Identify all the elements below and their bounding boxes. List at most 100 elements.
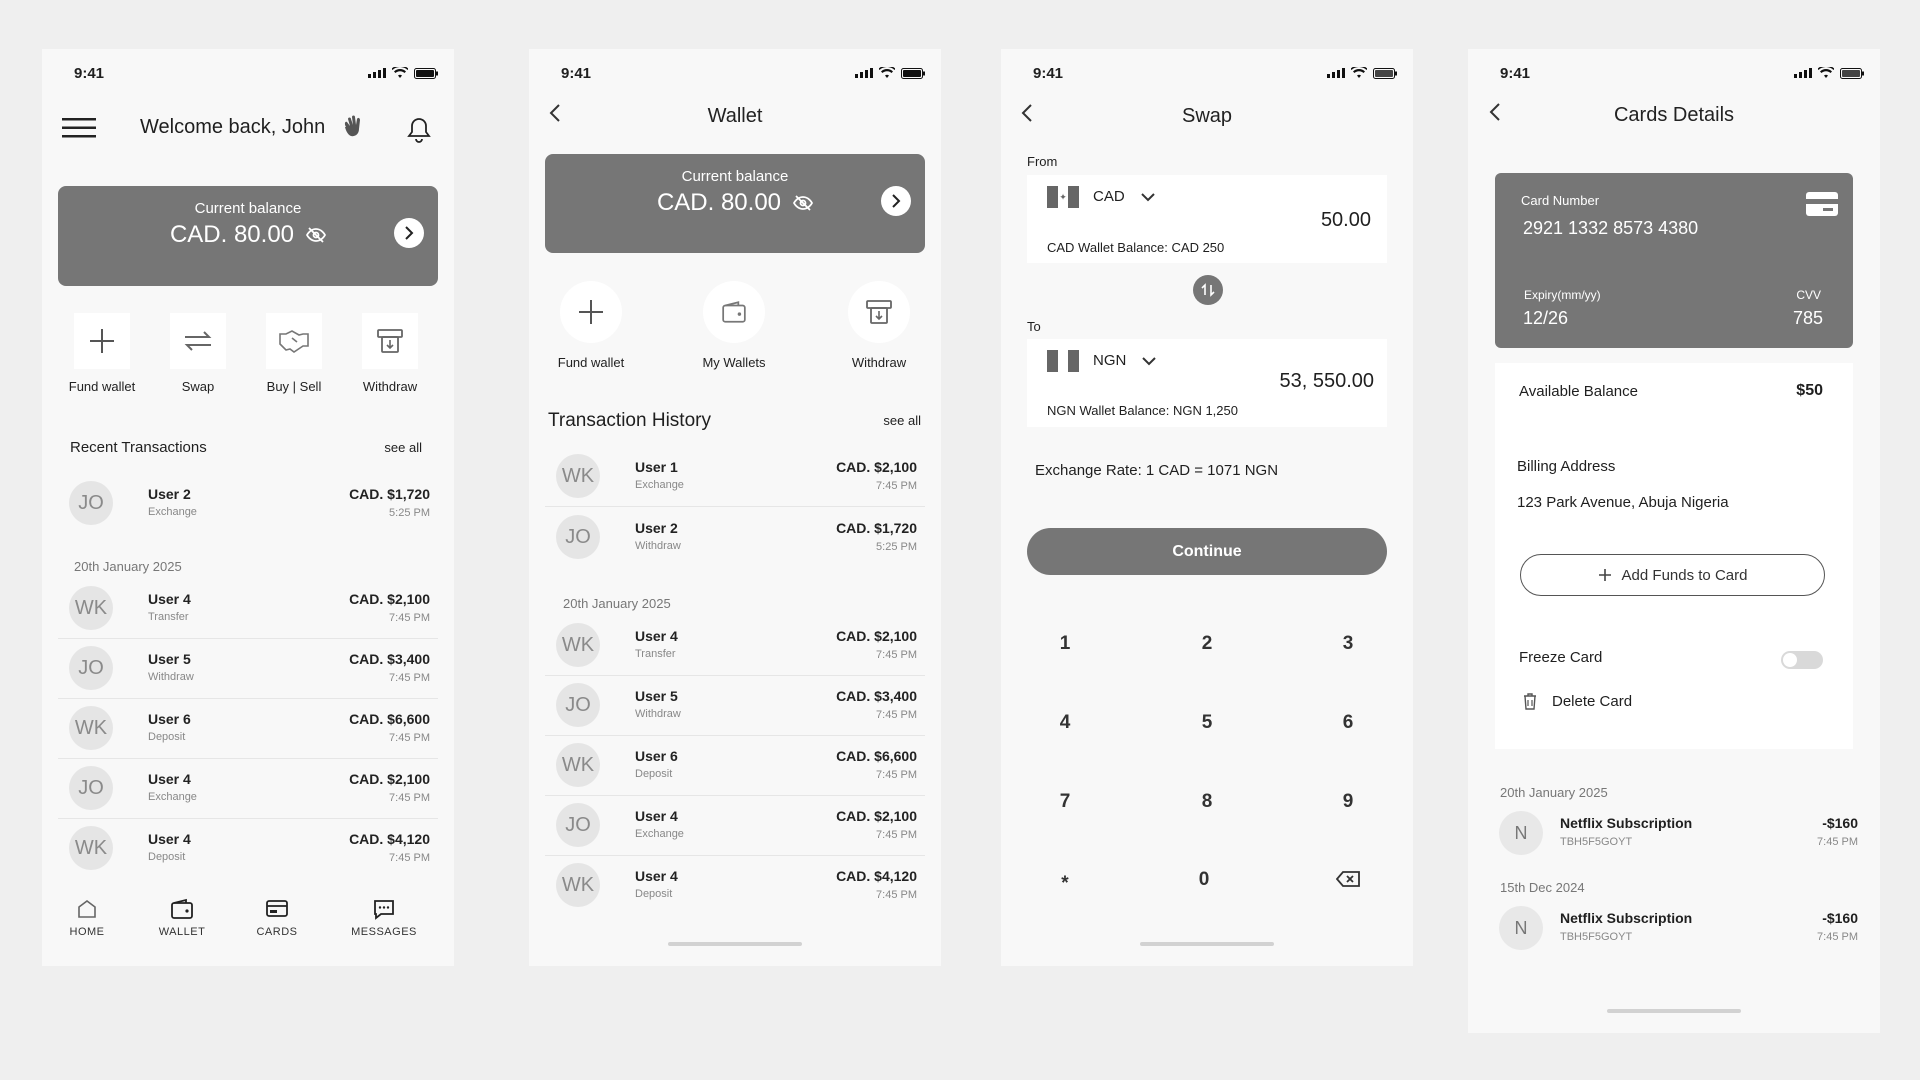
transaction-row[interactable]: WK User 6 Deposit CAD. $6,600 7:45 PM	[58, 699, 438, 759]
balance-card[interactable]: Current balance CAD. 80.00	[58, 186, 438, 286]
expiry-value: 12/26	[1523, 308, 1569, 328]
key-4[interactable]: 4	[1045, 712, 1085, 734]
see-all-link[interactable]: see all	[384, 440, 422, 455]
nav-home[interactable]: HOME	[62, 898, 112, 938]
battery-icon	[901, 67, 925, 79]
transaction-row[interactable]: JO User 4 Exchange CAD. $2,100 7:45 PM	[58, 759, 438, 819]
delete-card-button[interactable]: Delete Card	[1522, 692, 1632, 710]
home-icon	[78, 900, 96, 918]
to-currency-select[interactable]: NGN	[1093, 352, 1157, 369]
canada-flag-icon: ✦	[1047, 186, 1080, 208]
battery-icon	[1840, 67, 1864, 79]
swap-screen: 9:41 Swap From ✦ CAD 50.00 CAD Wallet Ba…	[1001, 49, 1413, 966]
transaction-row[interactable]: WK User 1 Exchange CAD. $2,100 7:45 PM	[545, 447, 925, 507]
transaction-row[interactable]: JO User 4 Exchange CAD. $2,100 7:45 PM	[545, 796, 925, 856]
battery-icon	[1373, 67, 1397, 79]
handshake-icon	[279, 330, 309, 353]
avatar: WK	[556, 623, 600, 667]
menu-icon[interactable]	[62, 117, 96, 139]
withdraw-label: Withdraw	[362, 379, 418, 394]
avatar: WK	[556, 863, 600, 907]
transaction-row[interactable]: JO User 5 Withdraw CAD. $3,400 7:45 PM	[58, 639, 438, 699]
nav-messages[interactable]: MESSAGES	[344, 898, 424, 938]
transaction-type: Withdraw	[148, 671, 194, 683]
transaction-row[interactable]: WK User 4 Deposit CAD. $4,120 7:45 PM	[58, 819, 438, 879]
nav-cards[interactable]: CARDS	[247, 898, 307, 938]
transaction-amount: -$160	[1822, 910, 1858, 926]
add-funds-button[interactable]: Add Funds to Card	[1520, 554, 1825, 596]
key-5[interactable]: 5	[1187, 712, 1227, 734]
transaction-row[interactable]: JO User 2 Exchange CAD. $1,720 5:25 PM	[58, 474, 438, 534]
eye-off-icon[interactable]	[306, 227, 327, 243]
bell-icon[interactable]	[406, 116, 432, 144]
balance-arrow-button[interactable]	[394, 218, 424, 248]
balance-card[interactable]: Current balance CAD. 80.00	[545, 154, 925, 253]
withdraw-icon	[866, 300, 892, 324]
key-6[interactable]: 6	[1328, 712, 1368, 734]
my-wallets-action[interactable]: My Wallets	[694, 281, 774, 370]
transaction-row[interactable]: WK User 6 Deposit CAD. $6,600 7:45 PM	[545, 736, 925, 796]
from-amount-input[interactable]: 50.00	[1321, 209, 1371, 232]
key-0[interactable]: 0	[1184, 869, 1224, 891]
key-8[interactable]: 8	[1187, 791, 1227, 813]
swap-action[interactable]: Swap	[156, 313, 240, 394]
wave-hand-icon	[345, 115, 361, 137]
transaction-time: 7:45 PM	[389, 732, 430, 744]
to-amount-input[interactable]: 53, 550.00	[1279, 370, 1374, 393]
date-label: 20th January 2025	[1500, 785, 1608, 800]
key-2[interactable]: 2	[1187, 633, 1227, 655]
fund-wallet-action[interactable]: Fund wallet	[551, 281, 631, 370]
continue-button[interactable]: Continue	[1027, 528, 1387, 575]
key-3[interactable]: 3	[1328, 633, 1368, 655]
buy-sell-label: Buy | Sell	[266, 379, 322, 394]
eye-off-icon[interactable]	[793, 195, 814, 211]
card-transaction-row[interactable]: N Netflix Subscription TBH5F5GOYT -$160 7:45…	[1495, 904, 1858, 964]
transaction-name: User 5	[635, 688, 678, 704]
avatar: WK	[556, 743, 600, 787]
withdraw-action[interactable]: Withdraw	[348, 313, 432, 394]
backspace-key[interactable]	[1328, 871, 1368, 893]
card-transaction-row[interactable]: N Netflix Subscription TBH5F5GOYT -$160 7:45…	[1495, 809, 1858, 869]
transaction-name: User 4	[635, 628, 678, 644]
transaction-history-title: Transaction History	[548, 410, 711, 431]
key-7[interactable]: 7	[1045, 791, 1085, 813]
transaction-row[interactable]: WK User 4 Deposit CAD. $4,120 7:45 PM	[545, 856, 925, 916]
transaction-row[interactable]: WK User 4 Transfer CAD. $2,100 7:45 PM	[545, 616, 925, 676]
transaction-row[interactable]: JO User 5 Withdraw CAD. $3,400 7:45 PM	[545, 676, 925, 736]
buy-sell-action[interactable]: Buy | Sell	[252, 313, 336, 394]
to-wallet-balance: NGN Wallet Balance: NGN 1,250	[1047, 403, 1238, 418]
transaction-amount: CAD. $1,720	[836, 520, 917, 536]
page-title: Swap	[1181, 105, 1233, 127]
bottom-nav: HOME WALLET CARDS MESSAGES	[42, 898, 454, 948]
transaction-time: 7:45 PM	[389, 672, 430, 684]
transaction-name: User 6	[148, 711, 191, 727]
see-all-link[interactable]: see all	[883, 413, 921, 428]
balance-arrow-button[interactable]	[881, 186, 911, 216]
withdraw-action[interactable]: Withdraw	[839, 281, 919, 370]
transaction-amount: CAD. $6,600	[349, 711, 430, 727]
avatar: WK	[556, 454, 600, 498]
freeze-card-toggle[interactable]	[1781, 651, 1823, 669]
transaction-row[interactable]: JO User 2 Withdraw CAD. $1,720 5:25 PM	[545, 508, 925, 568]
from-currency-select[interactable]: CAD	[1093, 188, 1155, 205]
transaction-name: User 6	[635, 748, 678, 764]
withdraw-label: Withdraw	[851, 355, 907, 370]
key-9[interactable]: 9	[1328, 791, 1368, 813]
transaction-row[interactable]: WK User 4 Transfer CAD. $2,100 7:45 PM	[58, 579, 438, 639]
fund-wallet-action[interactable]: Fund wallet	[60, 313, 144, 394]
swap-direction-button[interactable]	[1193, 275, 1223, 305]
nav-wallet[interactable]: WALLET	[152, 898, 212, 938]
backspace-icon	[1335, 871, 1360, 887]
transaction-time: 7:45 PM	[876, 709, 917, 721]
key-star[interactable]: *	[1045, 873, 1085, 895]
from-wallet-balance: CAD Wallet Balance: CAD 250	[1047, 240, 1225, 255]
transaction-type: Exchange	[148, 791, 197, 803]
key-1[interactable]: 1	[1045, 633, 1085, 655]
credit-card-icon	[1806, 192, 1838, 216]
available-balance-value: $50	[1796, 382, 1823, 399]
chat-icon	[374, 900, 394, 920]
date-label: 15th Dec 2024	[1500, 880, 1585, 895]
transaction-time: 7:45 PM	[876, 829, 917, 841]
transaction-type: Withdraw	[635, 708, 681, 720]
plus-icon	[1598, 569, 1611, 581]
